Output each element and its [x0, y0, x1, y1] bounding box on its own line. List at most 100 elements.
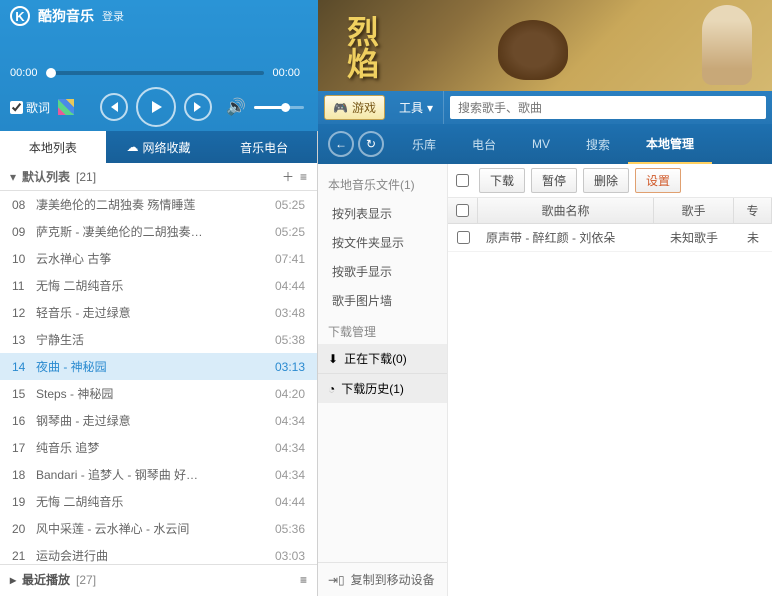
track-row[interactable]: 12轻音乐 - 走过绿意03:48 — [0, 299, 317, 326]
track-list[interactable]: 08凄美绝伦的二胡独奏 殇情睡莲05:2509萨克斯 - 凄美绝伦的二胡独奏…0… — [0, 191, 317, 564]
track-num: 16 — [12, 414, 36, 428]
copy-to-device[interactable]: ⇥▯ 复制到移动设备 — [318, 562, 447, 588]
side-column: 本地音乐文件(1) 按列表显示 按文件夹显示 按歌手显示 歌手图片墙 下载管理 … — [318, 164, 448, 596]
volume-icon[interactable]: 🔊 — [226, 97, 246, 117]
th-extra[interactable]: 专 — [734, 198, 772, 223]
nav-mv[interactable]: MV — [514, 124, 568, 164]
add-playlist-icon[interactable]: ＋ — [282, 168, 294, 185]
nav-radio[interactable]: 电台 — [454, 124, 514, 164]
app-title: 酷狗音乐 — [38, 6, 94, 26]
tab-network-fav[interactable]: ☁网络收藏 — [106, 131, 212, 163]
lyric-toggle[interactable]: 歌词 — [10, 99, 50, 116]
nav-local-manage[interactable]: 本地管理 — [628, 124, 712, 164]
play-button[interactable] — [136, 87, 176, 127]
track-row[interactable]: 10云水禅心 古筝07:41 — [0, 245, 317, 272]
th-artist[interactable]: 歌手 — [654, 198, 734, 223]
gamepad-icon: 🎮 — [333, 101, 348, 115]
chevron-down-icon: ▾ — [427, 101, 433, 115]
track-num: 09 — [12, 225, 36, 239]
track-row[interactable]: 15Steps - 神秘园04:20 — [0, 380, 317, 407]
progress-bar[interactable] — [46, 71, 265, 75]
track-row[interactable]: 08凄美绝伦的二胡独奏 殇情睡莲05:25 — [0, 191, 317, 218]
playlist-header[interactable]: ▾ 默认列表 [21] ＋ ≡ — [0, 163, 317, 191]
track-duration: 04:34 — [275, 414, 305, 428]
track-row[interactable]: 14夜曲 - 神秘园03:13 — [0, 353, 317, 380]
track-row[interactable]: 21运动会进行曲03:03 — [0, 542, 317, 564]
track-row[interactable]: 09萨克斯 - 凄美绝伦的二胡独奏…05:25 — [0, 218, 317, 245]
right-panel: ← ↻ 乐库 电台 MV 搜索 本地管理 本地音乐文件(1) 按列表显示 按文件… — [318, 124, 772, 596]
track-duration: 07:41 — [275, 252, 305, 266]
play-icon — [148, 99, 164, 115]
track-row[interactable]: 20风中采莲 - 云水禅心 - 水云间05:36 — [0, 515, 317, 542]
track-name: 宁静生活 — [36, 331, 275, 348]
track-row[interactable]: 18Bandari - 追梦人 - 钢琴曲 好…04:34 — [0, 461, 317, 488]
track-num: 14 — [12, 360, 36, 374]
track-duration: 04:34 — [275, 468, 305, 482]
track-duration: 05:38 — [275, 333, 305, 347]
track-duration: 04:44 — [275, 495, 305, 509]
track-row[interactable]: 16钢琴曲 - 走过绿意04:34 — [0, 407, 317, 434]
nav-back-button[interactable]: ← — [328, 131, 354, 157]
search-input[interactable] — [458, 101, 758, 115]
row-checkbox[interactable] — [457, 231, 470, 244]
menu-icon[interactable]: ≡ — [300, 573, 307, 587]
player-header: K 酷狗音乐 登录 烈焰 00:00 00:00 歌词 🔊 🎮 游戏 — [0, 0, 772, 131]
prev-button[interactable] — [100, 93, 128, 121]
view-by-list[interactable]: 按列表显示 — [318, 199, 447, 228]
track-row[interactable]: 17纯音乐 追梦04:34 — [0, 434, 317, 461]
download-icon: ⬇ — [328, 352, 338, 366]
nav-library[interactable]: 乐库 — [394, 124, 454, 164]
recent-playlist-header[interactable]: ▸ 最近播放 [27] ≡ — [0, 564, 317, 594]
track-num: 08 — [12, 198, 36, 212]
prev-icon — [108, 101, 120, 113]
track-row[interactable]: 19无悔 二胡纯音乐04:44 — [0, 488, 317, 515]
track-duration: 04:20 — [275, 387, 305, 401]
view-by-folder[interactable]: 按文件夹显示 — [318, 228, 447, 257]
login-link[interactable]: 登录 — [102, 8, 124, 24]
pause-button[interactable]: 暂停 — [531, 168, 577, 193]
download-history-item[interactable]: ◔ 下载历史(1) — [318, 373, 447, 403]
delete-button[interactable]: 删除 — [583, 168, 629, 193]
track-num: 18 — [12, 468, 36, 482]
cell-extra: 未 — [734, 229, 772, 246]
cloud-icon: ☁ — [127, 140, 139, 154]
side-head-local[interactable]: 本地音乐文件(1) — [318, 170, 447, 199]
track-row[interactable]: 11无悔 二胡纯音乐04:44 — [0, 272, 317, 299]
left-panel: 本地列表 ☁网络收藏 音乐电台 ▾ 默认列表 [21] ＋ ≡ 08凄美绝伦的二… — [0, 131, 318, 596]
settings-button[interactable]: 设置 — [635, 168, 681, 193]
track-name: 纯音乐 追梦 — [36, 439, 275, 456]
side-group-download: 下载管理 — [318, 315, 447, 344]
tools-button[interactable]: 工具 ▾ — [389, 91, 444, 124]
ad-banner[interactable]: 烈焰 — [318, 0, 772, 91]
th-checkbox[interactable] — [448, 198, 478, 223]
equalizer-icon[interactable] — [58, 99, 74, 115]
nav-refresh-button[interactable]: ↻ — [358, 131, 384, 157]
view-artist-wall[interactable]: 歌手图片墙 — [318, 286, 447, 315]
track-num: 20 — [12, 522, 36, 536]
game-button[interactable]: 🎮 游戏 — [324, 95, 385, 120]
select-all-checkbox[interactable] — [456, 174, 469, 187]
search-box[interactable] — [450, 96, 766, 119]
track-duration: 05:36 — [275, 522, 305, 536]
app-logo: K — [10, 6, 30, 26]
track-name: 风中采莲 - 云水禅心 - 水云间 — [36, 520, 275, 537]
table-row[interactable]: 原声带 - 醉红颜 - 刘依朵未知歌手未 — [448, 224, 772, 252]
track-name: 运动会进行曲 — [36, 547, 275, 564]
track-duration: 05:25 — [275, 225, 305, 239]
tab-radio[interactable]: 音乐电台 — [211, 131, 317, 163]
table-header: 歌曲名称 歌手 专 — [448, 198, 772, 224]
track-duration: 03:48 — [275, 306, 305, 320]
view-by-artist[interactable]: 按歌手显示 — [318, 257, 447, 286]
lyric-label: 歌词 — [26, 99, 50, 116]
track-num: 10 — [12, 252, 36, 266]
nav-search[interactable]: 搜索 — [568, 124, 628, 164]
th-title[interactable]: 歌曲名称 — [478, 198, 654, 223]
track-name: 钢琴曲 - 走过绿意 — [36, 412, 275, 429]
download-button[interactable]: 下载 — [479, 168, 525, 193]
menu-icon[interactable]: ≡ — [300, 170, 307, 184]
track-row[interactable]: 13宁静生活05:38 — [0, 326, 317, 353]
volume-slider[interactable] — [254, 106, 304, 109]
next-button[interactable] — [184, 93, 212, 121]
tab-local-list[interactable]: 本地列表 — [0, 131, 106, 163]
downloading-item[interactable]: ⬇ 正在下载(0) — [318, 344, 447, 373]
